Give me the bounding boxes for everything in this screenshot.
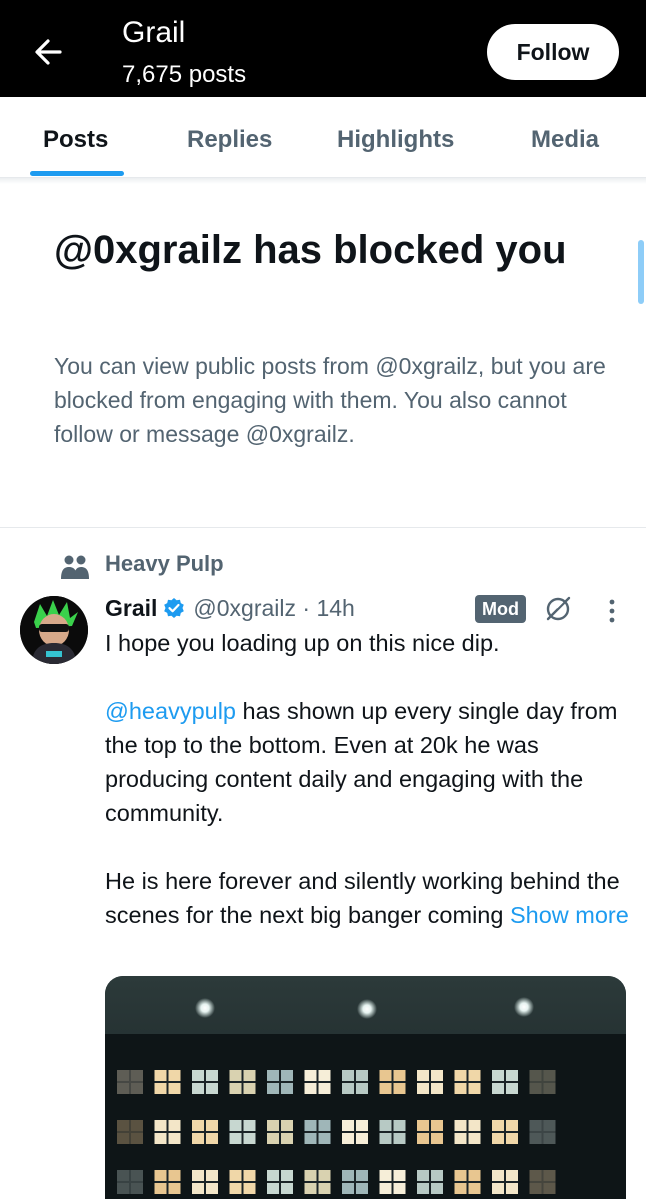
author-handle-time[interactable]: @0xgrailz · 14h xyxy=(193,595,354,622)
post-text-paragraph: @heavypulp has shown up every single day… xyxy=(105,694,630,830)
avatar[interactable] xyxy=(20,596,88,664)
profile-name: Grail xyxy=(122,16,186,49)
post-text-paragraph: He is here forever and silently working … xyxy=(105,864,630,932)
tab-highlights[interactable]: Highlights xyxy=(337,126,454,154)
tab-replies[interactable]: Replies xyxy=(187,126,272,154)
blocked-title: @0xgrailz has blocked you xyxy=(54,228,567,272)
post-text: I hope you loading up on this nice dip. … xyxy=(105,626,630,932)
author-name[interactable]: Grail xyxy=(105,595,157,622)
divider xyxy=(0,527,646,528)
community-name[interactable]: Heavy Pulp xyxy=(105,551,224,577)
blocked-description: You can view public posts from @0xgrailz… xyxy=(54,353,606,447)
tab-posts[interactable]: Posts xyxy=(43,126,108,154)
profile-header: Grail 7,675 posts Follow xyxy=(0,0,646,97)
tab-media[interactable]: Media xyxy=(531,126,599,154)
people-icon xyxy=(61,555,89,579)
post-author-line: Grail @0xgrailz · 14h xyxy=(105,593,355,623)
scrollbar[interactable] xyxy=(638,240,644,304)
post-media-image[interactable] xyxy=(105,976,626,1199)
mod-badge: Mod xyxy=(475,595,526,623)
follow-button[interactable]: Follow xyxy=(487,24,619,80)
verified-badge-icon xyxy=(164,598,185,618)
mention-link[interactable]: @heavypulp xyxy=(105,698,236,724)
active-tab-indicator xyxy=(30,171,124,176)
more-vertical-icon[interactable] xyxy=(598,596,626,626)
grok-icon[interactable] xyxy=(543,594,573,624)
post-count: 7,675 posts xyxy=(122,61,247,88)
tabs-shadow xyxy=(0,178,646,184)
building-photo xyxy=(105,976,626,1199)
show-more-link[interactable]: Show more xyxy=(510,902,629,928)
post-text-line: I hope you loading up on this nice dip. xyxy=(105,630,500,656)
profile-tabs: Posts Replies Highlights Media xyxy=(0,97,646,178)
arrow-left-icon[interactable] xyxy=(30,34,66,70)
